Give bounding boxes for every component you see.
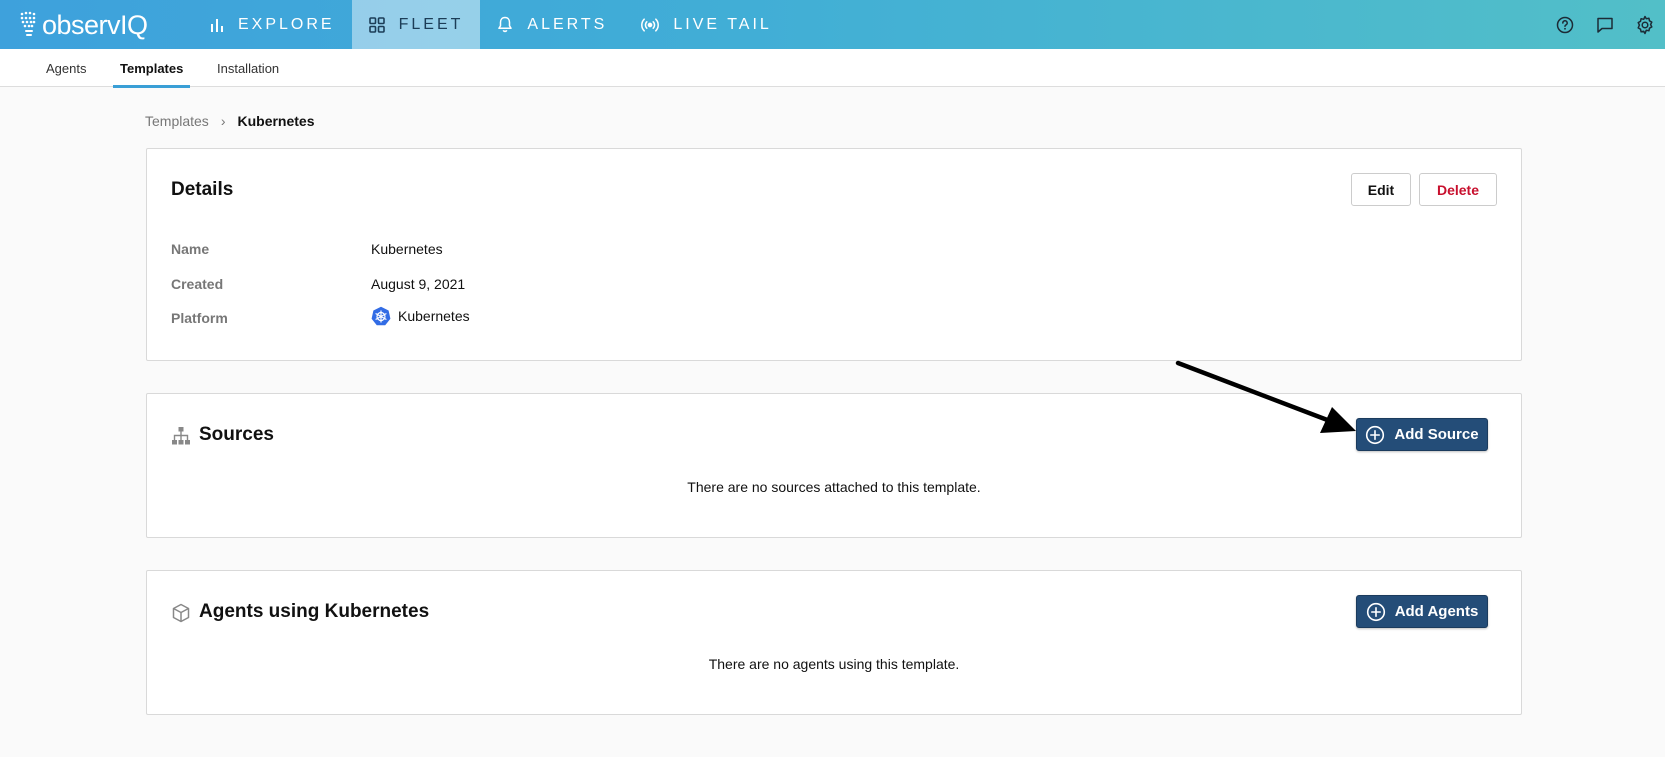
add-source-button[interactable]: Add Source [1356,418,1488,451]
name-value: Kubernetes [371,241,443,257]
name-label: Name [171,241,210,257]
nav-alerts-label: ALERTS [527,15,608,33]
nav-alerts[interactable]: ALERTS [480,0,624,49]
details-card: Details Edit Delete Name Kubernetes Crea… [146,148,1522,361]
broadcast-icon [641,17,660,32]
sources-empty-message: There are no sources attached to this te… [687,479,981,495]
hierarchy-icon [172,427,190,445]
nav-explore[interactable]: EXPLORE [193,0,352,49]
chat-icon [1597,17,1613,33]
agents-empty-message: There are no agents using this template. [708,656,960,672]
settings-button[interactable] [1625,0,1665,49]
platform-label: Platform [171,310,228,326]
add-source-label: Add Source [1394,426,1479,443]
delete-button[interactable]: Delete [1419,173,1497,206]
agents-title: Agents using Kubernetes [199,601,430,622]
edit-button[interactable]: Edit [1351,173,1411,206]
breadcrumb-templates-link[interactable]: Templates [145,113,209,129]
tab-agents[interactable]: Agents [46,49,86,87]
agents-card: Agents using Kubernetes Add Agents There… [146,570,1522,715]
sources-title: Sources [199,424,274,445]
logo-text: observIQ [42,9,148,40]
nav-fleet-label: FLEET [398,15,464,33]
help-icon [1556,16,1574,33]
annotation-arrow [1175,360,1356,433]
platform-value: Kubernetes [371,306,470,326]
add-agents-button[interactable]: Add Agents [1356,595,1488,628]
details-title: Details [171,179,234,200]
breadcrumb-separator: › [220,113,226,129]
platform-value-text: Kubernetes [398,308,470,324]
tab-installation[interactable]: Installation [217,49,279,87]
kubernetes-icon [371,306,391,326]
main-nav: EXPLORE FLEET ALERTS LIVE TAIL [193,0,789,49]
created-value: August 9, 2021 [371,276,466,292]
chat-button[interactable] [1585,0,1625,49]
cube-icon [172,603,190,623]
nav-live-tail[interactable]: LIVE TAIL [624,0,788,49]
logo-bulb-icon [20,11,36,36]
top-right-icons [1545,0,1665,49]
sub-navbar: Agents Templates Installation [0,49,1665,88]
nav-live-tail-label: LIVE TAIL [673,15,772,33]
breadcrumb-current: Kubernetes [237,113,315,129]
plus-circle-icon [1366,602,1385,621]
top-navbar: observIQ EXPLORE FLEET ALERTS LIVE TAIL [0,0,1665,49]
bar-chart-icon [211,18,223,32]
add-agents-label: Add Agents [1394,603,1479,620]
observiq-logo[interactable]: observIQ [18,8,148,42]
nav-explore-label: EXPLORE [238,15,335,33]
nav-fleet[interactable]: FLEET [351,0,481,49]
breadcrumb: Templates › Kubernetes [145,113,315,129]
bell-icon [498,16,513,33]
settings-icon [1637,15,1653,34]
tab-templates[interactable]: Templates [113,49,191,88]
grid-icon [368,16,385,33]
created-label: Created [171,276,224,292]
help-button[interactable] [1545,0,1585,49]
